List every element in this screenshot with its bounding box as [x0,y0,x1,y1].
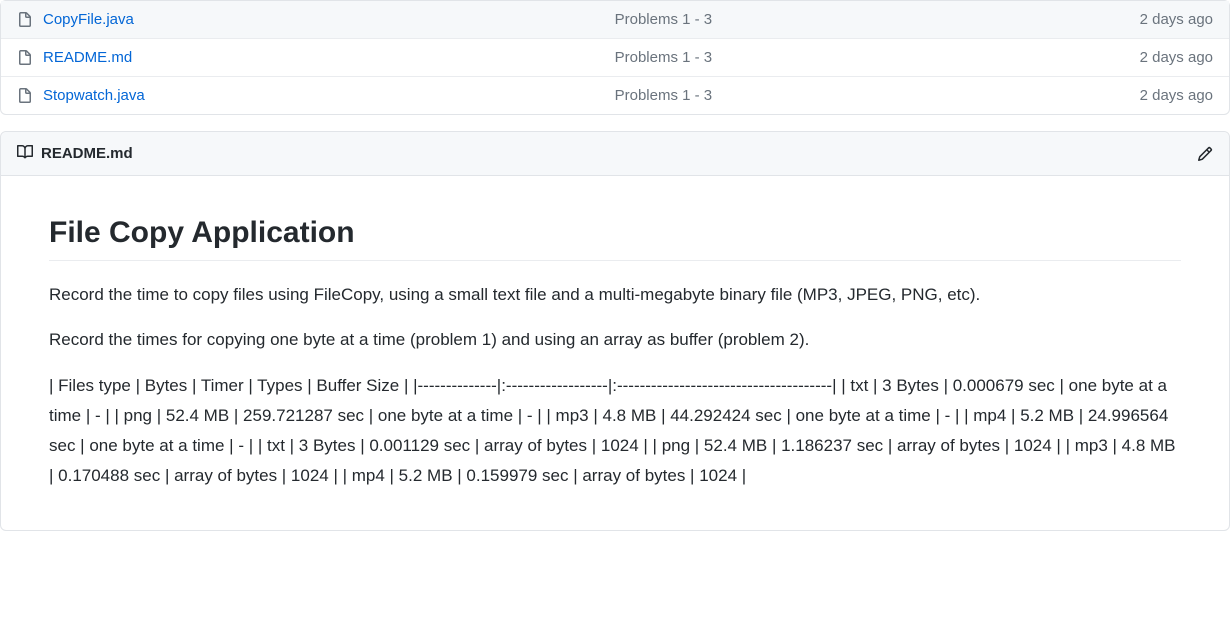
file-row[interactable]: README.md Problems 1 - 3 2 days ago [1,39,1229,77]
readme-header: README.md [1,132,1229,176]
file-link-readme[interactable]: README.md [43,49,615,66]
file-time: 2 days ago [1093,87,1213,104]
file-icon [17,50,33,66]
readme-paragraph: Record the time to copy files using File… [49,281,1181,308]
book-icon [17,144,33,163]
commit-message[interactable]: Problems 1 - 3 [615,49,1093,66]
file-row[interactable]: Stopwatch.java Problems 1 - 3 2 days ago [1,77,1229,114]
readme-heading: File Copy Application [49,216,1181,261]
commit-message[interactable]: Problems 1 - 3 [615,87,1093,104]
pencil-icon [1197,146,1213,162]
file-icon [17,12,33,28]
readme-panel: README.md File Copy Application Record t… [0,131,1230,531]
readme-content: File Copy Application Record the time to… [1,176,1229,530]
readme-table-text: | Files type | Bytes | Timer | Types | B… [49,371,1181,490]
readme-filename: README.md [41,145,133,162]
file-icon [17,88,33,104]
readme-paragraph: Record the times for copying one byte at… [49,326,1181,353]
edit-button[interactable] [1197,146,1213,162]
file-link-copyfile[interactable]: CopyFile.java [43,11,615,28]
file-time: 2 days ago [1093,11,1213,28]
commit-message[interactable]: Problems 1 - 3 [615,11,1093,28]
file-row[interactable]: CopyFile.java Problems 1 - 3 2 days ago [1,1,1229,39]
file-time: 2 days ago [1093,49,1213,66]
file-list: CopyFile.java Problems 1 - 3 2 days ago … [0,0,1230,115]
file-link-stopwatch[interactable]: Stopwatch.java [43,87,615,104]
